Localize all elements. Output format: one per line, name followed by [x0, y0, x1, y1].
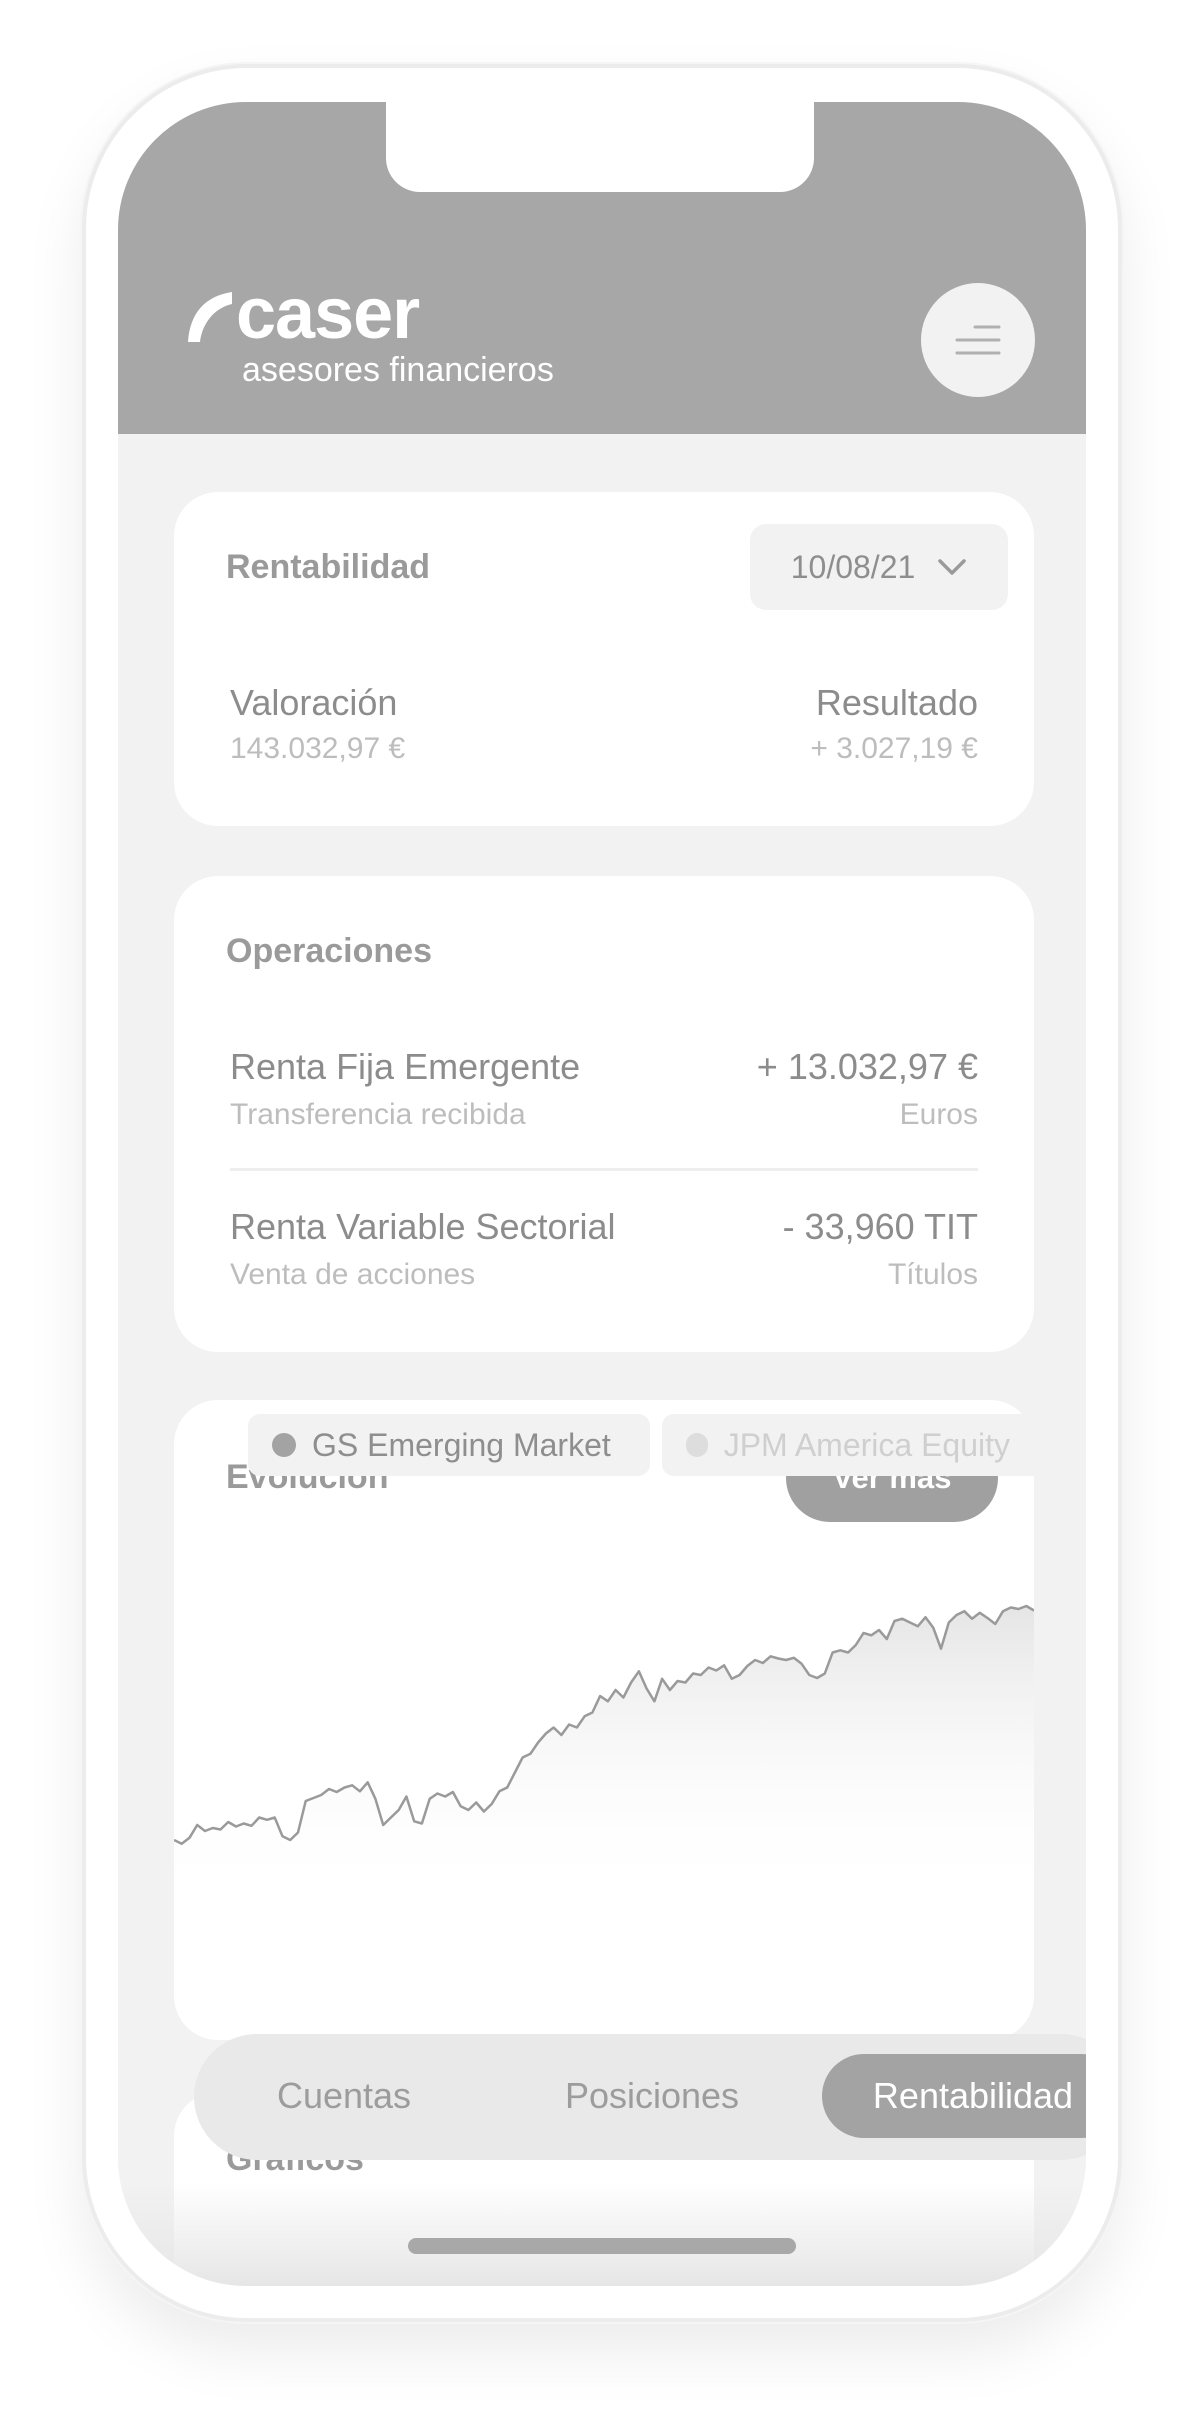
legend-item-jpm-america-equity[interactable]: JPM America Equity: [662, 1414, 1034, 1476]
operaciones-title: Operaciones: [226, 932, 432, 970]
menu-icon: [955, 325, 1001, 355]
evolution-chart: [174, 1604, 1034, 1900]
tab-bar: Cuentas Posiciones Rentabilidad: [194, 2034, 1086, 2160]
brand-subtitle: asesores financieros: [242, 351, 554, 389]
operation-name: Renta Variable Sectorial: [230, 1206, 616, 1247]
valoracion-label: Valoración: [230, 682, 398, 723]
brand-logo: caser asesores financieros: [186, 274, 554, 389]
tab-cuentas[interactable]: Cuentas: [234, 2054, 454, 2138]
operation-name: Renta Fija Emergente: [230, 1046, 581, 1087]
resultado-label: Resultado: [815, 682, 978, 723]
date-selector[interactable]: 10/08/21: [750, 524, 1008, 610]
brand-mark-icon: [188, 292, 232, 342]
home-indicator: [408, 2238, 796, 2254]
operaciones-card: Operaciones Renta Fija Emergente Transfe…: [174, 876, 1034, 1352]
operation-divider: [230, 1168, 978, 1171]
bottom-fade: [118, 2182, 1086, 2286]
series-area: [174, 1606, 1034, 1900]
date-value: 10/08/21: [790, 548, 916, 585]
rentabilidad-title: Rentabilidad: [226, 548, 431, 586]
tab-rentabilidad[interactable]: Rentabilidad: [822, 2054, 1086, 2138]
legend-label: GS Emerging Market: [312, 1426, 611, 1463]
resultado-value: + 3.027,19 €: [810, 732, 978, 765]
chevron-down-icon: [938, 559, 967, 575]
legend-dot: [686, 1433, 708, 1457]
operation-unit: Euros: [899, 1098, 978, 1131]
legend-dot: [272, 1433, 296, 1457]
menu-button[interactable]: [921, 283, 1035, 397]
app-screen: caser asesores financieros Rentabilidad …: [118, 102, 1086, 2286]
tab-posiciones[interactable]: Posiciones: [524, 2054, 780, 2138]
evolucion-card: Evolución Ver más: [174, 1400, 1034, 2040]
rentabilidad-card: Rentabilidad 10/08/21 Valoración 143.032…: [174, 492, 1034, 826]
device-notch: [386, 102, 814, 192]
operation-description: Venta de acciones: [230, 1258, 476, 1291]
operation-description: Transferencia recibida: [230, 1098, 526, 1131]
valoracion-value: 143.032,97 €: [230, 732, 406, 765]
operation-unit: Títulos: [887, 1258, 978, 1291]
legend-item-gs-emerging-market[interactable]: GS Emerging Market: [248, 1414, 650, 1476]
operation-amount: - 33,960 TIT: [782, 1206, 978, 1247]
legend-label: JPM America Equity: [723, 1426, 1010, 1463]
brand-name: caser: [236, 274, 420, 354]
operation-amount: + 13.032,97 €: [756, 1046, 978, 1087]
